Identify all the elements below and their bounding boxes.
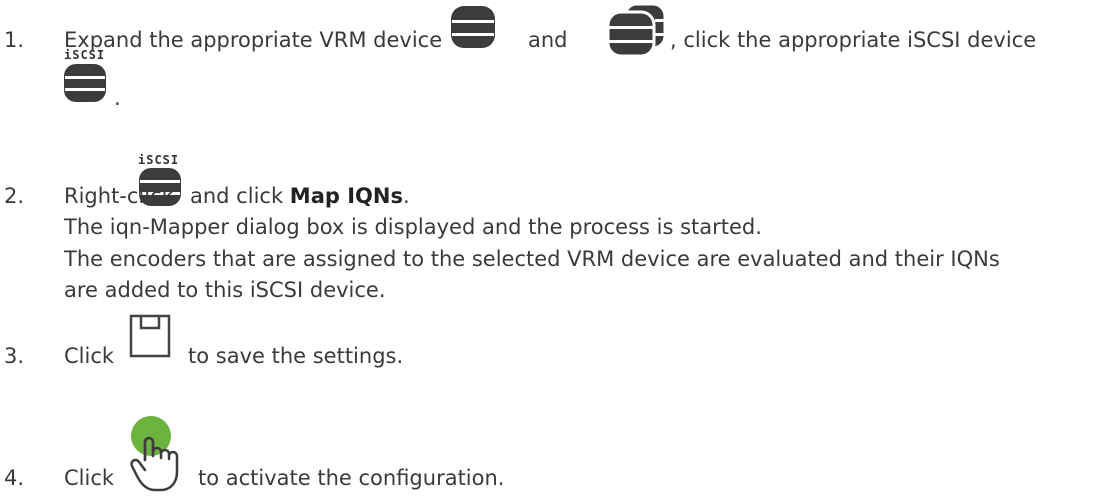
step-2-period: . — [402, 184, 410, 208]
database-stack-icon — [606, 2, 667, 58]
step-2-text-b: and click — [190, 184, 284, 208]
step-3-text-a: Click — [64, 344, 115, 368]
step-3-text-b: to save the settings. — [188, 344, 404, 368]
save-icon — [129, 314, 171, 358]
step-2-line1: and click Map IQNs. — [190, 183, 410, 209]
step-2-number: 2. — [4, 184, 25, 208]
step-4-text-b: to activate the configuration. — [198, 466, 505, 490]
step-3-number: 3. — [4, 344, 25, 368]
database-icon — [451, 6, 495, 48]
step-2-line4: are added to this iSCSI device. — [64, 278, 386, 302]
step-2-text-a: Right-click — [64, 184, 174, 208]
iscsi-label: iSCSI — [138, 153, 180, 167]
activate-hand-icon — [130, 416, 179, 492]
step-1-period: . — [114, 86, 121, 110]
iscsi-database-icon — [64, 64, 106, 102]
step-1-text-c: , click the appropriate iSCSI device — [670, 28, 1037, 52]
step-1-number: 1. — [4, 28, 25, 52]
step-1-text-b: and — [528, 28, 568, 52]
iscsi-label: iSCSI — [64, 48, 106, 62]
step-2-line3: The encoders that are assigned to the se… — [64, 247, 1000, 271]
step-1-text-a: Expand the appropriate VRM device — [64, 28, 443, 52]
step-2-line2: The iqn-Mapper dialog box is displayed a… — [64, 215, 762, 239]
map-iqns-command: Map IQNs — [289, 184, 403, 208]
step-4-number: 4. — [4, 466, 25, 490]
step-4-text-a: Click — [64, 466, 115, 490]
